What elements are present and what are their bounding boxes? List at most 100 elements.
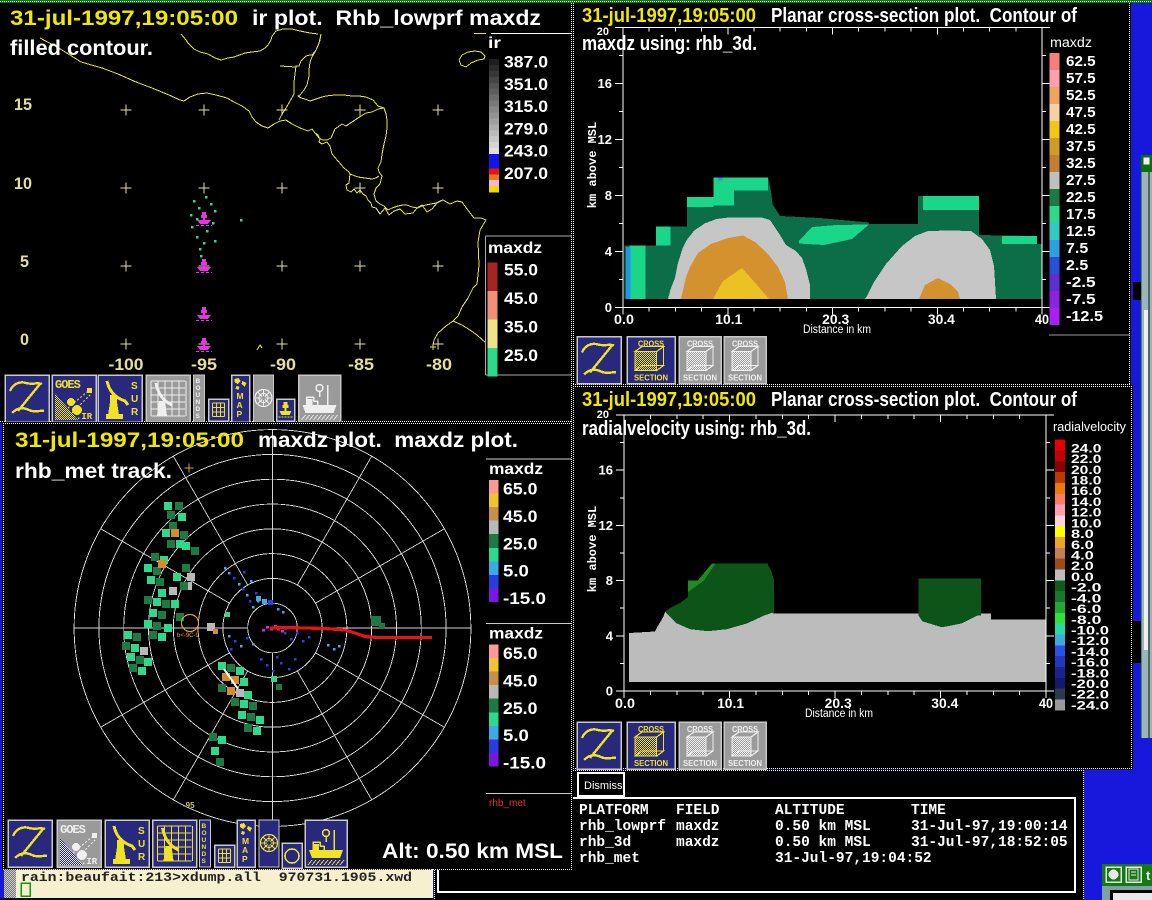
- svg-text:radialvelocity: radialvelocity: [1053, 419, 1126, 434]
- svg-text:rain:beaufait:213>xdump.all 9: rain:beaufait:213>xdump.all 970731.1905.…: [21, 870, 412, 885]
- svg-text:-80: -80: [426, 355, 452, 374]
- svg-text:U: U: [138, 839, 145, 850]
- svg-text:.IR: .IR: [76, 412, 93, 422]
- svg-text:4: 4: [606, 628, 614, 643]
- svg-text:O: O: [196, 385, 201, 392]
- svg-text:5: 5: [20, 252, 29, 271]
- svg-text:5.0: 5.0: [503, 562, 529, 581]
- svg-text:P: P: [242, 854, 248, 864]
- svg-text:55.0: 55.0: [504, 261, 538, 280]
- svg-text:SECTION: SECTION: [634, 759, 668, 768]
- svg-text:b<-9C-9: b<-9C-9: [177, 633, 200, 639]
- svg-text:maxdz: maxdz: [489, 461, 543, 478]
- svg-text:P: P: [237, 409, 243, 419]
- svg-text:10.1: 10.1: [715, 312, 742, 327]
- svg-text:-24.0: -24.0: [1071, 698, 1109, 712]
- svg-text:B: B: [202, 823, 207, 830]
- svg-text:31-jul-1997,19:05:00: 31-jul-1997,19:05:00: [15, 429, 244, 452]
- svg-text:CROSS: CROSS: [732, 725, 759, 734]
- svg-text:Distance in km: Distance in km: [803, 324, 871, 336]
- svg-text:maxdz: maxdz: [676, 819, 720, 835]
- svg-text:-100: -100: [109, 355, 144, 374]
- svg-text:52.5: 52.5: [1066, 87, 1096, 104]
- svg-text:10: 10: [14, 174, 32, 193]
- svg-text:S: S: [196, 413, 201, 420]
- svg-text:7.5: 7.5: [1066, 240, 1088, 257]
- svg-text:GOES: GOES: [60, 823, 86, 837]
- svg-text:0.50 km MSL: 0.50 km MSL: [775, 835, 871, 851]
- svg-text:Dismiss: Dismiss: [584, 780, 623, 792]
- svg-text:GOES: GOES: [55, 378, 81, 392]
- svg-text:25.0: 25.0: [504, 346, 538, 365]
- svg-text:SECTION: SECTION: [728, 759, 762, 768]
- svg-text:207.0: 207.0: [504, 164, 548, 183]
- svg-text:maxdz: maxdz: [676, 835, 720, 851]
- svg-text:R: R: [138, 852, 146, 863]
- svg-text:22.5: 22.5: [1066, 189, 1096, 206]
- svg-text:ir plot. Rhb_lowprf maxdz: ir plot. Rhb_lowprf maxdz: [252, 7, 541, 30]
- svg-text:-15.0: -15.0: [503, 589, 546, 608]
- svg-text:30.4: 30.4: [928, 312, 955, 327]
- svg-text:17.5: 17.5: [1066, 206, 1096, 223]
- svg-text:37.5: 37.5: [1066, 138, 1096, 155]
- svg-text:35.0: 35.0: [504, 318, 538, 337]
- svg-text:42.5: 42.5: [1066, 121, 1096, 138]
- svg-text:0: 0: [20, 330, 29, 349]
- svg-text:-95: -95: [183, 801, 195, 810]
- svg-text:45.0: 45.0: [504, 289, 538, 308]
- svg-text:45.0: 45.0: [503, 507, 537, 526]
- svg-text:32.5: 32.5: [1066, 155, 1096, 172]
- svg-text:387.0: 387.0: [504, 53, 548, 72]
- svg-text:maxdz plot. maxdz plot.: maxdz plot. maxdz plot.: [258, 429, 518, 452]
- svg-text:radialvelocity using: rhb_3d.: radialvelocity using: rhb_3d.: [582, 418, 811, 440]
- svg-text:25.0: 25.0: [503, 699, 537, 718]
- svg-text:D: D: [196, 406, 201, 413]
- svg-text:-85: -85: [348, 355, 374, 374]
- svg-text:40: 40: [1039, 696, 1053, 711]
- svg-text:maxdz using: rhb_3d.: maxdz using: rhb_3d.: [582, 33, 757, 55]
- svg-text:SECTION: SECTION: [728, 374, 762, 383]
- svg-text:U: U: [196, 392, 201, 399]
- svg-text:0: 0: [606, 684, 613, 699]
- svg-text:rhb_met: rhb_met: [489, 798, 526, 809]
- svg-text:57.5: 57.5: [1066, 70, 1096, 87]
- svg-text:30.4: 30.4: [931, 696, 958, 711]
- svg-text:243.0: 243.0: [504, 142, 548, 161]
- svg-text:2.5: 2.5: [1066, 257, 1088, 274]
- svg-text:rhb_lowprf: rhb_lowprf: [579, 819, 666, 835]
- svg-text:maxdz: maxdz: [489, 626, 543, 643]
- svg-text:t: t: [1146, 868, 1151, 883]
- svg-text:16: 16: [599, 463, 613, 478]
- svg-text:31-jul-1997,19:05:00: 31-jul-1997,19:05:00: [582, 389, 756, 411]
- svg-text:ALTITUDE: ALTITUDE: [775, 803, 845, 819]
- svg-text:Planar cross-section plot. Co: Planar cross-section plot. Contour of: [771, 5, 1077, 27]
- svg-text:27.5: 27.5: [1066, 172, 1096, 189]
- svg-text:31-jul-1997,19:05:00: 31-jul-1997,19:05:00: [10, 7, 238, 30]
- svg-text:8: 8: [606, 573, 613, 588]
- svg-text:TIME: TIME: [911, 803, 946, 819]
- svg-text:km above MSL: km above MSL: [586, 506, 600, 592]
- svg-text:5.0: 5.0: [503, 726, 529, 745]
- svg-text:25.0: 25.0: [503, 534, 537, 553]
- svg-text:12: 12: [599, 518, 613, 533]
- svg-text:SECTION: SECTION: [683, 759, 717, 768]
- svg-text:filled contour.: filled contour.: [10, 37, 153, 60]
- svg-text:45.0: 45.0: [503, 671, 537, 690]
- svg-text:rhb_met track.: rhb_met track.: [15, 460, 172, 483]
- svg-text:31-jul-1997,19:05:00: 31-jul-1997,19:05:00: [582, 5, 756, 27]
- svg-text:-12.5: -12.5: [1066, 308, 1103, 325]
- svg-text:.IR: .IR: [81, 857, 98, 867]
- svg-text:-7.5: -7.5: [1066, 291, 1096, 308]
- svg-text:62.5: 62.5: [1066, 53, 1096, 70]
- svg-text:-15.0: -15.0: [503, 754, 546, 773]
- svg-text:SECTION: SECTION: [683, 374, 717, 383]
- svg-text:0.50 km MSL: 0.50 km MSL: [775, 819, 871, 835]
- svg-text:B: B: [196, 378, 201, 385]
- svg-text:SECTION: SECTION: [634, 374, 668, 383]
- svg-text:rhb_3d: rhb_3d: [579, 835, 631, 851]
- svg-text:S: S: [202, 858, 207, 865]
- svg-text:0: 0: [605, 300, 612, 315]
- svg-text:-90: -90: [270, 355, 296, 374]
- svg-text:Planar cross-section plot. Co: Planar cross-section plot. Contour of: [771, 389, 1077, 411]
- svg-text:16: 16: [598, 76, 612, 91]
